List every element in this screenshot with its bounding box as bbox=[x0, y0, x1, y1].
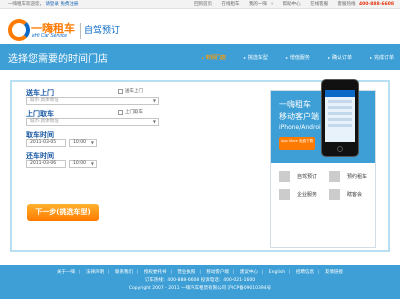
footer-copyright: Copyright 2007 - 2011 一嗨汽车租赁有限公司 沪ICP备09… bbox=[128, 286, 272, 291]
logo-english: eHi Car Service bbox=[32, 33, 68, 39]
greeting-text: 一嗨租车欢迎您， bbox=[8, 2, 44, 7]
top-bar: 一嗨租车欢迎您， 请登录 免费注册 回到首页 在线租车 我的一嗨 ▾ 帮助中心 在… bbox=[0, 0, 400, 9]
reserve-icon bbox=[329, 171, 340, 182]
footer-link-jobs[interactable]: 招聘信息 bbox=[296, 270, 314, 275]
register-link[interactable]: 免费注册 bbox=[60, 2, 78, 7]
header-subtitle: 自驾预订 bbox=[84, 26, 121, 36]
step-arrow-icon: ▸ bbox=[369, 54, 372, 60]
help-center-link[interactable]: 帮助中心 bbox=[283, 2, 301, 7]
header: 一嗨租车 eHi Car Service 自驾预订 bbox=[0, 9, 400, 44]
dropdown-arrow-icon[interactable]: ▾ bbox=[271, 2, 273, 7]
step-time-store: ▸ 时间门店 bbox=[201, 54, 226, 61]
club-icon bbox=[329, 189, 340, 200]
enterprise-icon bbox=[279, 189, 290, 200]
return-time-title: 还车时间 bbox=[26, 152, 54, 160]
pickup-delivery-checkbox[interactable]: 送车上门 bbox=[118, 88, 143, 94]
footer-link-friends[interactable]: 友情链接 bbox=[325, 270, 343, 275]
online-rent-link[interactable]: 在线租车 bbox=[222, 2, 240, 7]
booking-panel: 送车上门 送车上门 城市-具体地址 ▼ 上门取车 上门取车 城市-具体地址 ▼ 取车… bbox=[10, 79, 390, 252]
step-choose-car: ▸ 挑选车型 bbox=[243, 54, 268, 61]
feature-enterprise[interactable]: 企业服务 bbox=[279, 189, 317, 200]
feature-club[interactable]: 瞎客会 bbox=[329, 189, 362, 200]
pickup-time-title: 取车时间 bbox=[26, 131, 54, 139]
return-date-input[interactable]: 2011-03-06 bbox=[26, 160, 66, 168]
feature-self-drive[interactable]: 自驾预订 bbox=[279, 171, 317, 182]
step-addons: ▸ 增值服务 bbox=[285, 54, 310, 61]
mobile-app-promo: 一嗨租车 移动客户端 iPhone/Android App Store 免费下载… bbox=[270, 79, 376, 248]
step-arrow-icon: ▸ bbox=[327, 54, 330, 60]
self-drive-icon bbox=[279, 171, 290, 182]
promo-platforms: iPhone/Android bbox=[279, 124, 325, 131]
footer-link-contact[interactable]: 联系我们 bbox=[115, 270, 133, 275]
booking-form: 送车上门 送车上门 城市-具体地址 ▼ 上门取车 上门取车 城市-具体地址 ▼ 取车… bbox=[26, 88, 166, 170]
footer-link-suggest[interactable]: 建议中心 bbox=[240, 270, 258, 275]
footer-link-legal[interactable]: 法律声明 bbox=[86, 270, 104, 275]
my-ehi-link[interactable]: 我的一嗨 bbox=[249, 2, 267, 7]
step-arrow-icon: ▸ bbox=[201, 54, 204, 60]
hotline-number: 400-888-6608 bbox=[358, 2, 394, 7]
footer-link-license[interactable]: 营业执照 bbox=[177, 270, 195, 275]
footer-links: 关于一嗨 | 法律声明 | 联系我们 | 授权委托书 | 营业执照 | 移动客户端 | 建议… bbox=[57, 270, 343, 275]
pickup-address-select[interactable]: 城市-具体地址 ▼ bbox=[26, 97, 159, 105]
chevron-down-icon[interactable]: ▼ bbox=[91, 161, 94, 167]
step-complete: ▸ 完成订单 bbox=[369, 54, 394, 61]
chevron-down-icon[interactable]: ▼ bbox=[153, 119, 156, 125]
online-service-link[interactable]: 在线客服 bbox=[310, 2, 328, 7]
pickup-title: 送车上门 bbox=[26, 89, 54, 97]
footer: 关于一嗨 | 法律声明 | 联系我们 | 授权委托书 | 营业执照 | 移动客户端 | 建议… bbox=[0, 265, 400, 299]
feature-reserve[interactable]: 预约租车 bbox=[329, 171, 367, 182]
pickup-hour-select[interactable]: 10:00 ▼ bbox=[69, 139, 97, 147]
pickup-date-input[interactable]: 2011-03-05 bbox=[26, 139, 66, 147]
footer-link-about[interactable]: 关于一嗨 bbox=[57, 270, 75, 275]
promo-brand: 一嗨租车 bbox=[279, 100, 311, 109]
login-link[interactable]: 请登录 bbox=[45, 2, 59, 7]
page-title: 选择您需要的时间门店 bbox=[8, 53, 108, 65]
welcome-area: 一嗨租车欢迎您， 请登录 免费注册 bbox=[8, 1, 78, 7]
app-banner[interactable]: 一嗨租车 移动客户端 iPhone/Android App Store 免费下载 bbox=[271, 79, 375, 163]
step-arrow-icon: ▸ bbox=[285, 54, 288, 60]
top-links: 回到首页 在线租车 我的一嗨 ▾ 帮助中心 在线客服 客服热线 400-888-6… bbox=[186, 1, 394, 7]
return-address-select[interactable]: 城市-具体地址 ▼ bbox=[26, 118, 159, 126]
footer-phones: 订车热线：400-888-6608 投诉电话：400-021-1600 bbox=[144, 278, 256, 283]
chevron-down-icon[interactable]: ▼ bbox=[91, 140, 94, 146]
chevron-down-icon[interactable]: ▼ bbox=[153, 98, 156, 104]
step-indicator: ▸ 时间门店 ▸ 挑选车型 ▸ 增值服务 ▸ 确认订单 ▸ 完成订单 bbox=[184, 44, 394, 70]
return-collection-checkbox[interactable]: 上门取车 bbox=[118, 109, 143, 115]
next-step-button[interactable]: 下一步(挑选车型) bbox=[27, 204, 99, 221]
checkbox-icon[interactable] bbox=[118, 88, 123, 94]
footer-link-mobile[interactable]: 移动客户端 bbox=[206, 270, 229, 275]
phone-icon bbox=[321, 79, 359, 157]
step-banner: 选择您需要的时间门店 ▸ 时间门店 ▸ 挑选车型 ▸ 增值服务 ▸ 确认订单 ▸ 完成订单 bbox=[0, 44, 400, 70]
logo-divider bbox=[80, 23, 81, 39]
checkbox-icon[interactable] bbox=[118, 109, 123, 115]
footer-link-english[interactable]: English bbox=[269, 270, 285, 275]
home-link[interactable]: 回到首页 bbox=[194, 2, 212, 7]
step-confirm: ▸ 确认订单 bbox=[327, 54, 352, 61]
logo-icon[interactable] bbox=[8, 19, 30, 41]
hotline-label: 客服热线 bbox=[337, 2, 356, 7]
return-title: 上门取车 bbox=[26, 110, 54, 118]
footer-link-authorization[interactable]: 授权委托书 bbox=[144, 270, 167, 275]
app-store-button[interactable]: App Store 免费下载 bbox=[279, 137, 315, 150]
promo-title: 移动客户端 bbox=[279, 112, 319, 121]
step-arrow-icon: ▸ bbox=[243, 54, 246, 60]
return-hour-select[interactable]: 10:00 ▼ bbox=[69, 160, 97, 168]
